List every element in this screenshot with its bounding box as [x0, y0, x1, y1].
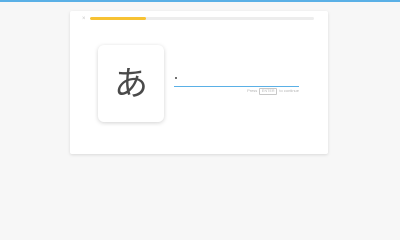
hint-suffix: to continue — [279, 88, 299, 93]
character-card: あ — [98, 45, 164, 122]
continue-hint: Press ENTER to continue — [247, 88, 299, 95]
close-icon[interactable]: × — [82, 15, 86, 23]
progress-bar — [90, 17, 314, 20]
top-accent-bar — [0, 0, 400, 2]
quiz-card: × あ Press ENTER to continue — [70, 11, 328, 154]
progress-bar-fill — [90, 17, 146, 20]
answer-input[interactable] — [174, 73, 299, 87]
hint-prefix: Press — [247, 88, 258, 93]
text-cursor — [175, 77, 177, 79]
enter-key-badge: ENTER — [259, 88, 278, 95]
kana-character: あ — [114, 63, 148, 104]
